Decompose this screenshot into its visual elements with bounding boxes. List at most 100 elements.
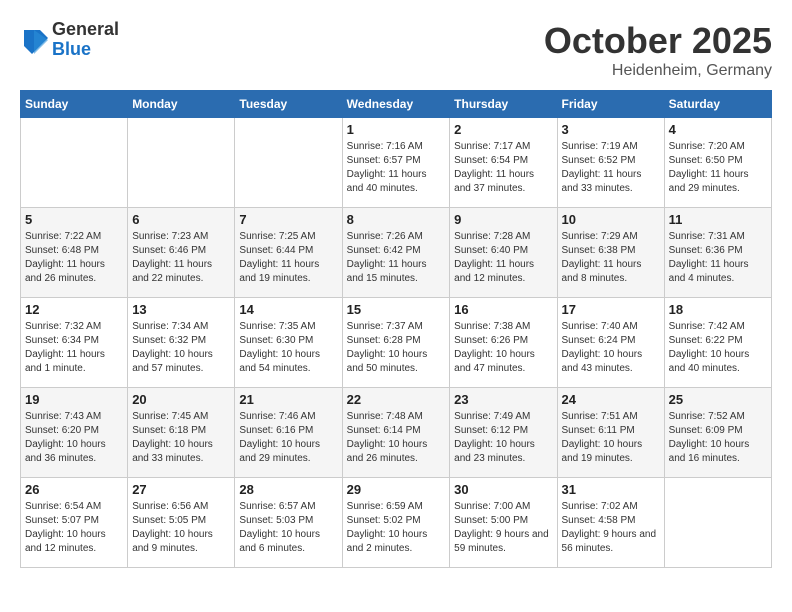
day-info: Sunrise: 7:22 AMSunset: 6:48 PMDaylight:… — [25, 230, 123, 286]
day-info: Sunrise: 7:42 AMSunset: 6:22 PMDaylight:… — [669, 320, 767, 376]
day-info: Sunrise: 7:52 AMSunset: 6:09 PMDaylight:… — [669, 410, 767, 466]
calendar-cell: 14 Sunrise: 7:35 AMSunset: 6:30 PMDayligh… — [235, 298, 342, 388]
calendar-cell: 24 Sunrise: 7:51 AMSunset: 6:11 PMDayligh… — [557, 388, 664, 478]
calendar-cell: 25Sunrise: 7:52 AMSunset: 6:09 PMDayligh… — [664, 388, 771, 478]
calendar-cell: 3 Sunrise: 7:19 AMSunset: 6:52 PMDaylight… — [557, 118, 664, 208]
location: Heidenheim, Germany — [544, 62, 772, 80]
day-number: 11 — [669, 212, 767, 227]
calendar-cell: 29 Sunrise: 6:59 AMSunset: 5:02 PMDayligh… — [342, 478, 450, 568]
calendar-cell: 16 Sunrise: 7:38 AMSunset: 6:26 PMDayligh… — [450, 298, 557, 388]
day-number: 10 — [562, 212, 660, 227]
day-info: Sunrise: 6:59 AMSunset: 5:02 PMDaylight:… — [347, 500, 446, 556]
day-info: Sunrise: 7:26 AMSunset: 6:42 PMDaylight:… — [347, 230, 446, 286]
day-info: Sunrise: 7:37 AMSunset: 6:28 PMDaylight:… — [347, 320, 446, 376]
day-number: 31 — [562, 482, 660, 497]
weekday-header-wednesday: Wednesday — [342, 91, 450, 118]
week-row-3: 12 Sunrise: 7:32 AMSunset: 6:34 PMDayligh… — [21, 298, 772, 388]
calendar-cell: 5 Sunrise: 7:22 AMSunset: 6:48 PMDaylight… — [21, 208, 128, 298]
calendar-cell: 12 Sunrise: 7:32 AMSunset: 6:34 PMDayligh… — [21, 298, 128, 388]
day-number: 4 — [669, 122, 767, 137]
day-info: Sunrise: 7:02 AMSunset: 4:58 PMDaylight:… — [562, 500, 660, 556]
day-info: Sunrise: 7:43 AMSunset: 6:20 PMDaylight:… — [25, 410, 123, 466]
calendar-cell: 28 Sunrise: 6:57 AMSunset: 5:03 PMDayligh… — [235, 478, 342, 568]
calendar-cell: 9 Sunrise: 7:28 AMSunset: 6:40 PMDaylight… — [450, 208, 557, 298]
day-info: Sunrise: 7:00 AMSunset: 5:00 PMDaylight:… — [454, 500, 552, 556]
day-number: 22 — [347, 392, 446, 407]
calendar-cell: 22 Sunrise: 7:48 AMSunset: 6:14 PMDayligh… — [342, 388, 450, 478]
day-number: 23 — [454, 392, 552, 407]
day-info: Sunrise: 7:17 AMSunset: 6:54 PMDaylight:… — [454, 140, 552, 196]
day-info: Sunrise: 7:32 AMSunset: 6:34 PMDaylight:… — [25, 320, 123, 376]
calendar-cell: 27 Sunrise: 6:56 AMSunset: 5:05 PMDayligh… — [128, 478, 235, 568]
calendar-cell: 15 Sunrise: 7:37 AMSunset: 6:28 PMDayligh… — [342, 298, 450, 388]
weekday-header-sunday: Sunday — [21, 91, 128, 118]
calendar-cell: 19 Sunrise: 7:43 AMSunset: 6:20 PMDayligh… — [21, 388, 128, 478]
calendar-cell: 31 Sunrise: 7:02 AMSunset: 4:58 PMDayligh… — [557, 478, 664, 568]
day-number: 12 — [25, 302, 123, 317]
calendar-cell: 2Sunrise: 7:17 AMSunset: 6:54 PMDaylight… — [450, 118, 557, 208]
logo-text: General Blue — [52, 20, 119, 60]
day-number: 30 — [454, 482, 552, 497]
day-number: 14 — [239, 302, 337, 317]
calendar-cell: 11 Sunrise: 7:31 AMSunset: 6:36 PMDayligh… — [664, 208, 771, 298]
day-number: 5 — [25, 212, 123, 227]
day-info: Sunrise: 7:25 AMSunset: 6:44 PMDaylight:… — [239, 230, 337, 286]
weekday-header-friday: Friday — [557, 91, 664, 118]
week-row-5: 26 Sunrise: 6:54 AMSunset: 5:07 PMDayligh… — [21, 478, 772, 568]
day-number: 1 — [347, 122, 446, 137]
calendar-cell: 18 Sunrise: 7:42 AMSunset: 6:22 PMDayligh… — [664, 298, 771, 388]
day-number: 18 — [669, 302, 767, 317]
page-header: General Blue October 2025 Heidenheim, Ge… — [20, 20, 772, 80]
calendar-cell: 4 Sunrise: 7:20 AMSunset: 6:50 PMDaylight… — [664, 118, 771, 208]
day-number: 17 — [562, 302, 660, 317]
day-number: 16 — [454, 302, 552, 317]
day-info: Sunrise: 6:57 AMSunset: 5:03 PMDaylight:… — [239, 500, 337, 556]
month-title: October 2025 — [544, 20, 772, 62]
day-info: Sunrise: 7:19 AMSunset: 6:52 PMDaylight:… — [562, 140, 660, 196]
calendar-cell: 26 Sunrise: 6:54 AMSunset: 5:07 PMDayligh… — [21, 478, 128, 568]
day-info: Sunrise: 7:45 AMSunset: 6:18 PMDaylight:… — [132, 410, 230, 466]
logo-icon — [20, 26, 48, 54]
day-number: 7 — [239, 212, 337, 227]
day-number: 26 — [25, 482, 123, 497]
day-info: Sunrise: 7:29 AMSunset: 6:38 PMDaylight:… — [562, 230, 660, 286]
day-number: 15 — [347, 302, 446, 317]
calendar-cell — [235, 118, 342, 208]
day-info: Sunrise: 7:35 AMSunset: 6:30 PMDaylight:… — [239, 320, 337, 376]
week-row-1: 1 Sunrise: 7:16 AMSunset: 6:57 PMDaylight… — [21, 118, 772, 208]
day-info: Sunrise: 6:54 AMSunset: 5:07 PMDaylight:… — [25, 500, 123, 556]
day-number: 13 — [132, 302, 230, 317]
day-number: 19 — [25, 392, 123, 407]
day-number: 28 — [239, 482, 337, 497]
calendar-cell: 21Sunrise: 7:46 AMSunset: 6:16 PMDayligh… — [235, 388, 342, 478]
day-number: 29 — [347, 482, 446, 497]
weekday-header-tuesday: Tuesday — [235, 91, 342, 118]
day-info: Sunrise: 7:28 AMSunset: 6:40 PMDaylight:… — [454, 230, 552, 286]
calendar-cell: 17Sunrise: 7:40 AMSunset: 6:24 PMDayligh… — [557, 298, 664, 388]
day-info: Sunrise: 7:34 AMSunset: 6:32 PMDaylight:… — [132, 320, 230, 376]
day-info: Sunrise: 7:46 AMSunset: 6:16 PMDaylight:… — [239, 410, 337, 466]
day-info: Sunrise: 7:48 AMSunset: 6:14 PMDaylight:… — [347, 410, 446, 466]
day-info: Sunrise: 7:23 AMSunset: 6:46 PMDaylight:… — [132, 230, 230, 286]
day-info: Sunrise: 7:31 AMSunset: 6:36 PMDaylight:… — [669, 230, 767, 286]
day-number: 20 — [132, 392, 230, 407]
day-info: Sunrise: 7:20 AMSunset: 6:50 PMDaylight:… — [669, 140, 767, 196]
day-number: 24 — [562, 392, 660, 407]
calendar-cell — [664, 478, 771, 568]
weekday-header-monday: Monday — [128, 91, 235, 118]
calendar-cell: 20 Sunrise: 7:45 AMSunset: 6:18 PMDayligh… — [128, 388, 235, 478]
calendar-cell — [21, 118, 128, 208]
calendar-cell: 1 Sunrise: 7:16 AMSunset: 6:57 PMDaylight… — [342, 118, 450, 208]
logo-blue: Blue — [52, 40, 119, 60]
day-info: Sunrise: 7:49 AMSunset: 6:12 PMDaylight:… — [454, 410, 552, 466]
day-number: 8 — [347, 212, 446, 227]
day-info: Sunrise: 7:51 AMSunset: 6:11 PMDaylight:… — [562, 410, 660, 466]
day-info: Sunrise: 7:16 AMSunset: 6:57 PMDaylight:… — [347, 140, 446, 196]
calendar-cell: 8 Sunrise: 7:26 AMSunset: 6:42 PMDaylight… — [342, 208, 450, 298]
day-number: 6 — [132, 212, 230, 227]
day-number: 9 — [454, 212, 552, 227]
day-info: Sunrise: 7:38 AMSunset: 6:26 PMDaylight:… — [454, 320, 552, 376]
day-number: 27 — [132, 482, 230, 497]
day-info: Sunrise: 6:56 AMSunset: 5:05 PMDaylight:… — [132, 500, 230, 556]
day-number: 3 — [562, 122, 660, 137]
